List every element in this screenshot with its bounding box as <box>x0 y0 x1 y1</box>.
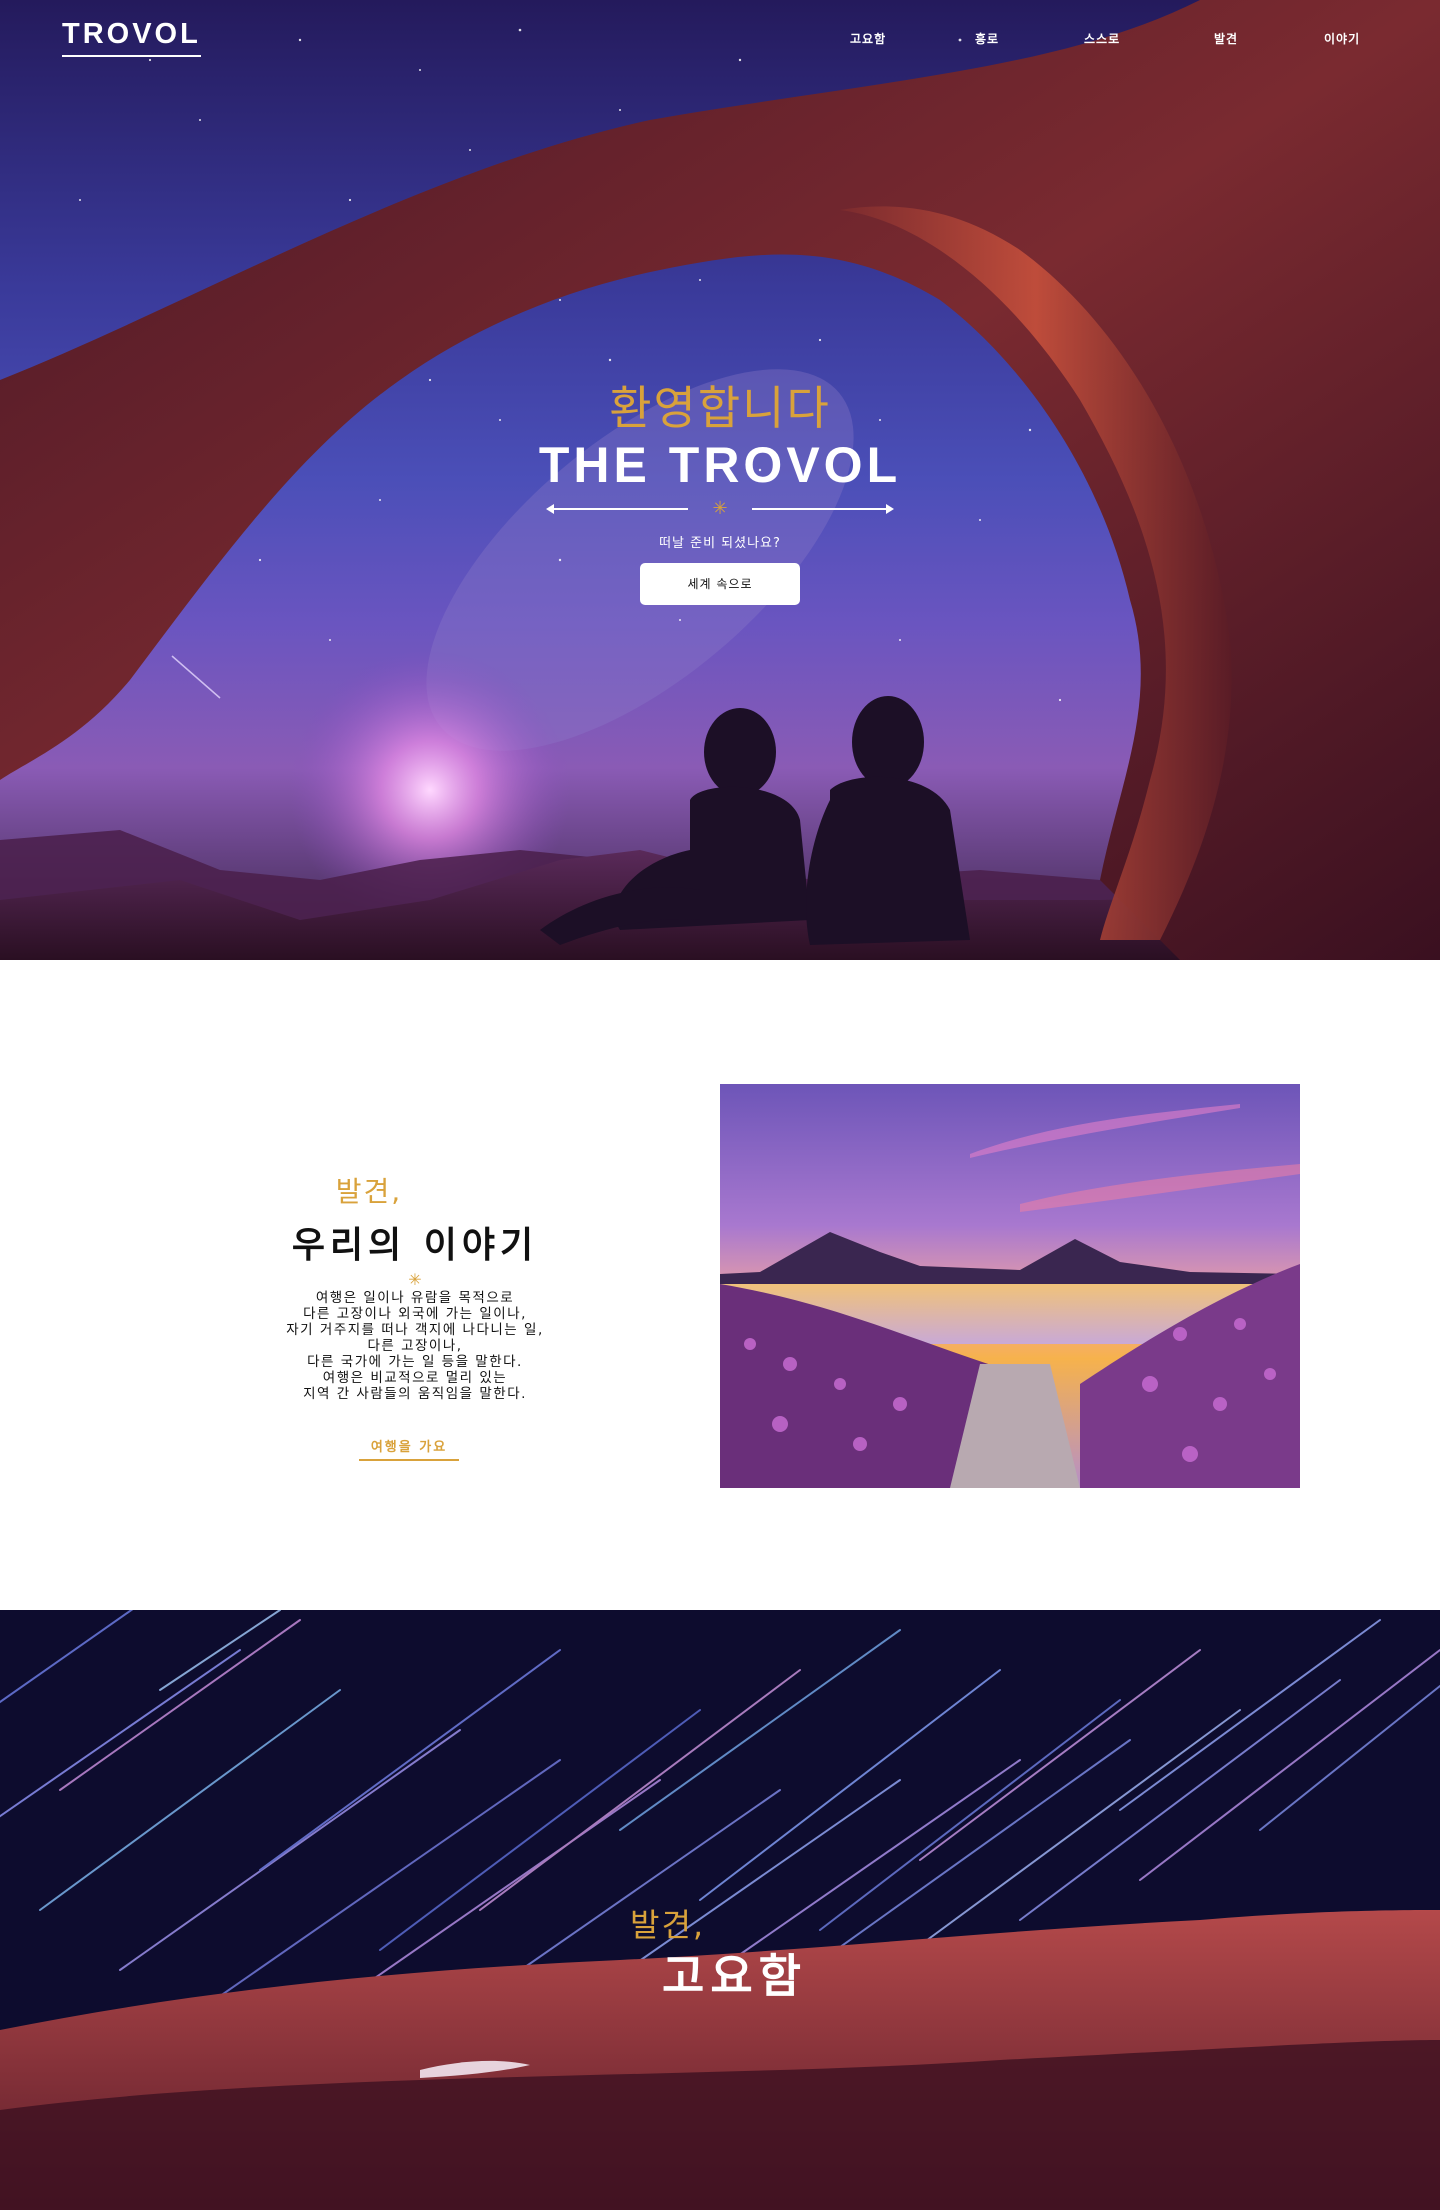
hero-subtitle: 떠날 준비 되셨나요? <box>659 536 781 551</box>
explore-world-button[interactable]: 세계 속으로 <box>640 563 800 605</box>
hero-title: THE TROVOL <box>538 437 902 493</box>
story-line: 다른 국가에 가는 일 등을 말한다. <box>307 1354 523 1370</box>
sparkle-icon: ✳ <box>712 498 728 519</box>
story-line: 다른 고장이나 외국에 가는 일이나, <box>303 1306 527 1322</box>
story-line: 자기 거주지를 떠나 객지에 나다니는 일, <box>286 1322 544 1338</box>
hero-section: TROVOL 고요함 흥로 스스로 발견 이야기 환영합니다 THE TROVO… <box>0 0 1440 960</box>
story-line: 지역 간 사람들의 움직임을 말한다. <box>303 1386 527 1402</box>
sparkle-icon: ✳ <box>408 1270 422 1289</box>
hero-divider: ✳ <box>546 498 894 520</box>
calm-section-heading: 발견, 고요함 <box>630 1900 930 2006</box>
nav-item-self[interactable]: 스스로 <box>1084 30 1120 47</box>
lake-flowers-photo <box>720 1084 1300 1488</box>
nav-item-flow[interactable]: 흥로 <box>975 30 999 47</box>
top-navigation: TROVOL 고요함 흥로 스스로 발견 이야기 <box>0 0 1440 80</box>
nav-item-story[interactable]: 이야기 <box>1324 30 1360 47</box>
story-body: 여행은 일이나 유람을 목적으로 다른 고장이나 외국에 가는 일이나, 자기 … <box>240 1290 590 1402</box>
story-title: 우리의 이야기 <box>291 1225 539 1266</box>
nav-item-calm[interactable]: 고요함 <box>850 30 886 47</box>
story-line: 다른 고장이나, <box>367 1338 463 1354</box>
story-line: 여행은 일이나 유람을 목적으로 <box>315 1290 515 1306</box>
people-silhouettes <box>540 696 970 945</box>
story-eyebrow: 발견, <box>335 1175 403 1208</box>
story-line: 여행은 비교적으로 멀리 있는 <box>322 1370 508 1386</box>
logo[interactable]: TROVOL <box>62 18 201 57</box>
calm-title: 고요함 <box>662 1949 807 2003</box>
nav-item-discover[interactable]: 발견 <box>1214 30 1238 47</box>
story-text: 발견, 우리의 이야기 ✳ 여행은 일이나 유람을 목적으로 다른 고장이나 외… <box>240 1170 590 1461</box>
hero-welcome: 환영합니다 <box>609 381 831 435</box>
hero-content: 환영합니다 THE TROVOL ✳ 떠날 준비 되셨나요? 세계 속으로 <box>470 380 970 605</box>
lets-travel-link[interactable]: 여행을 가요 <box>358 1436 460 1461</box>
